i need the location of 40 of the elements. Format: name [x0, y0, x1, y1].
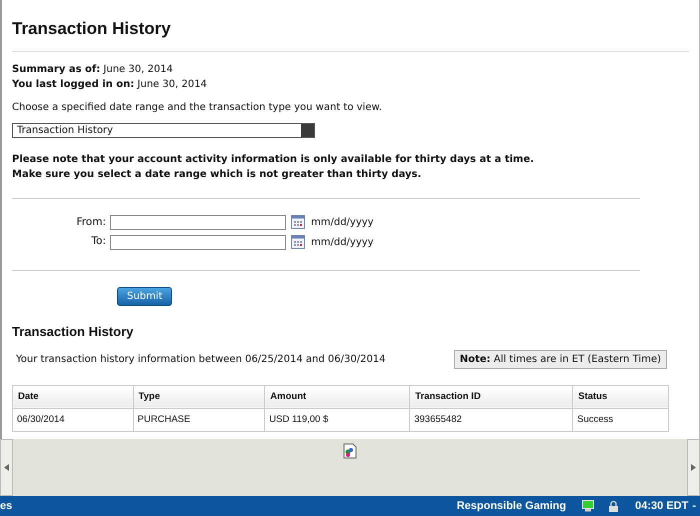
summary-line: You last logged in on: June 30, 2014 [12, 78, 207, 90]
table-cell: Success [572, 408, 668, 432]
lock-icon[interactable] [608, 500, 620, 512]
instruction-text: Choose a specified date range and the transaction type you want to view. [12, 102, 382, 112]
broken-image-icon [343, 443, 357, 459]
scroll-right-button[interactable] [687, 439, 700, 496]
column-header: Amount [264, 385, 410, 408]
date-format-hint: mm/dd/yyyy [311, 216, 374, 230]
taskbar-text: es [0, 498, 12, 514]
column-header: Status [572, 385, 668, 408]
column-header: Transaction ID [410, 385, 573, 408]
table-cell: USD 119,00 $ [264, 408, 410, 432]
section-title: Transaction History [12, 324, 134, 339]
date-field[interactable] [110, 214, 286, 230]
table-cell: 393655482 [410, 408, 573, 432]
submit-button[interactable]: Submit [117, 287, 172, 306]
field-label: To: [91, 235, 106, 248]
calendar-icon[interactable] [291, 215, 305, 230]
date-field[interactable] [110, 234, 286, 250]
left-arrow-icon [4, 464, 9, 471]
scroll-left-button[interactable] [0, 439, 13, 496]
column-header: Type [133, 385, 265, 408]
clock-text: 04:30 EDT [635, 498, 688, 514]
notice-text: Please note that your account activity information is only available for thirty days at a time. [12, 154, 534, 164]
notice-text: Make sure you select a date range which is not greater than thirty days. [12, 168, 422, 180]
range-text: Your transaction history information between 06/25/2014 and 06/30/2014 [16, 352, 386, 366]
right-arrow-icon [691, 464, 696, 471]
clock-menu-text[interactable]: - [692, 498, 696, 514]
table-cell: PURCHASE [133, 408, 265, 432]
table-cell: 06/30/2014 [12, 408, 134, 432]
date-format-hint: mm/dd/yyyy [311, 236, 374, 250]
timezone-note: Note: All times are in ET (Eastern Time) [454, 350, 667, 368]
type-dropdown[interactable]: Transaction History [12, 122, 315, 138]
responsible-gaming-link[interactable]: Responsible Gaming [456, 498, 566, 514]
field-label: From: [76, 216, 106, 228]
column-header: Date [12, 385, 134, 408]
calendar-icon[interactable] [291, 235, 305, 250]
page-title: Transaction History [12, 0, 689, 52]
monitor-icon[interactable] [582, 500, 594, 512]
summary-line: Summary as of: June 30, 2014 [12, 64, 173, 74]
